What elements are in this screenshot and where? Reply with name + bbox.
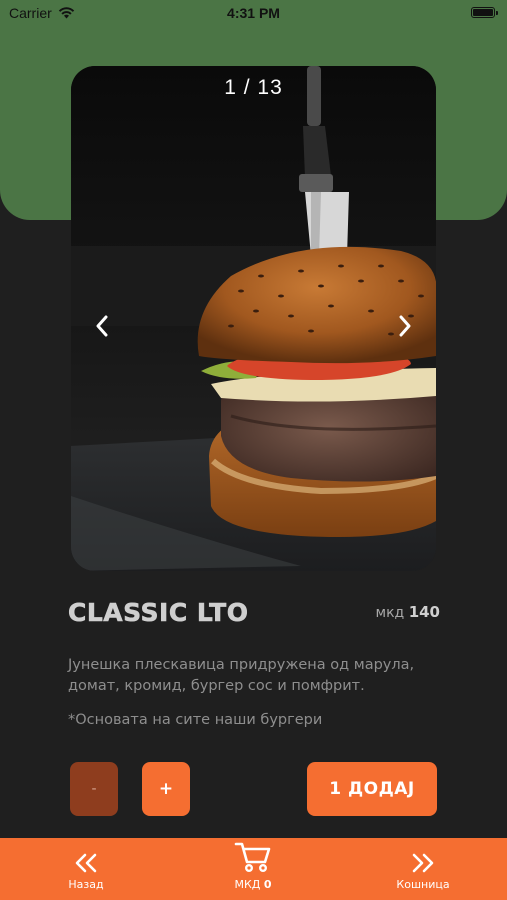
increase-quantity-button[interactable]: + [142,762,190,816]
nav-back-label: Назад [68,878,104,891]
nav-basket-label: Кошница [396,878,450,891]
nav-cart[interactable]: МКД 0 [213,838,293,900]
bottom-navigation: Назад МКД 0 Кошница [0,838,507,900]
product-description: Јунешка плескавица придружена од марула,… [68,657,415,694]
battery-level [473,9,493,16]
product-note: *Основата на сите наши бургери [68,712,323,728]
price-currency: мкд [375,605,405,621]
burger-photo [71,66,436,571]
product-title: CLASSIC LTO [68,598,249,628]
status-bar: Carrier 4:31 PM [0,0,507,28]
double-chevron-right-icon [412,853,434,873]
product-price: мкд 140 [376,603,440,621]
nav-back-icon-wrap [73,838,99,874]
chevron-right-icon [399,315,411,337]
product-title-row: CLASSIC LTO мкд 140 [68,598,440,632]
price-value: 140 [408,603,440,621]
cart-total: 0 [263,878,272,891]
cart-currency: МКД [234,878,261,891]
cart-icon [234,842,271,873]
status-time: 4:31 PM [227,5,280,21]
battery-icon [471,7,498,18]
double-chevron-left-icon [75,853,97,873]
chevron-left-icon [96,315,108,337]
nav-basket[interactable]: Кошница [385,838,461,900]
nav-back[interactable]: Назад [50,838,122,900]
nav-basket-icon-wrap [410,838,436,874]
product-image-carousel[interactable]: 1 / 13 [71,66,436,571]
nav-cart-icon-wrap [234,838,272,874]
image-counter: 1 / 13 [224,76,283,99]
previous-image-button[interactable] [87,311,117,341]
decrease-quantity-button[interactable]: - [70,762,118,816]
next-image-button[interactable] [390,311,420,341]
nav-cart-label: МКД 0 [234,878,271,891]
add-to-cart-button[interactable]: 1 ДОДАЈ [307,762,437,816]
